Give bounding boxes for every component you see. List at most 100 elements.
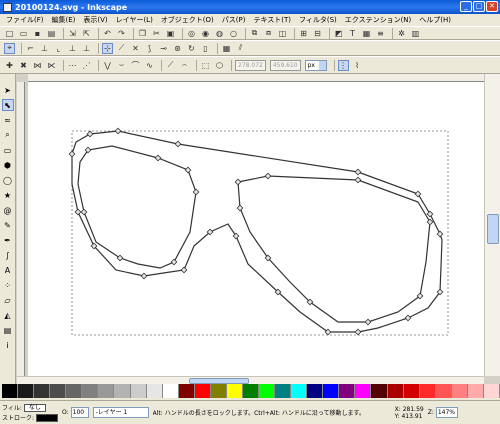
w-coordinate-field[interactable]: 459.610 — [269, 59, 301, 71]
preferences-icon[interactable]: ✲ — [396, 28, 407, 39]
snap-bbox-center-icon[interactable]: ⊥ — [81, 43, 92, 54]
node-smooth-icon[interactable]: ⌣ — [116, 60, 127, 71]
palette-swatch[interactable] — [403, 384, 420, 398]
palette-swatch[interactable] — [435, 384, 452, 398]
redo-icon[interactable]: ↷ — [116, 28, 127, 39]
menu-view[interactable]: 表示(V) — [79, 15, 111, 25]
3dbox-icon[interactable]: ⬢ — [2, 159, 14, 171]
zoom-icon[interactable]: ⌕ — [2, 129, 14, 141]
glasses-outer-outline[interactable] — [71, 130, 443, 333]
node-icon[interactable]: ⬉ — [1, 99, 14, 111]
palette-swatch[interactable] — [307, 384, 324, 398]
palette-swatch[interactable] — [50, 384, 67, 398]
calligraphy-icon[interactable]: ∫ — [2, 249, 14, 261]
snap-bbox-corner-icon[interactable]: ⌞ — [53, 43, 64, 54]
pencil-icon[interactable]: ✎ — [2, 219, 14, 231]
ungroup-icon[interactable]: ⊟ — [312, 28, 323, 39]
palette-swatch[interactable] — [18, 384, 35, 398]
menu-edit[interactable]: 編集(E) — [48, 15, 80, 25]
dropper-icon[interactable]: ⅰ — [2, 339, 14, 351]
palette-swatch[interactable] — [339, 384, 356, 398]
show-handles-icon[interactable]: ⋮ — [337, 59, 349, 71]
group-icon[interactable]: ⊞ — [298, 28, 309, 39]
palette-swatch[interactable] — [483, 384, 500, 398]
vertical-scrollbar[interactable] — [484, 74, 500, 376]
rect-icon[interactable]: ▭ — [2, 144, 14, 156]
selector-icon[interactable]: ➤ — [2, 84, 14, 96]
snap-intersections-icon[interactable]: ✕ — [130, 43, 141, 54]
undo-icon[interactable]: ↶ — [102, 28, 113, 39]
fill-stroke-indicator[interactable]: フィル: なし ストローク: — [0, 402, 58, 424]
insert-node-icon[interactable]: ✚ — [4, 60, 15, 71]
palette-swatch[interactable] — [146, 384, 163, 398]
join-segment-icon[interactable]: ⋯ — [67, 60, 78, 71]
node-handles[interactable] — [68, 127, 444, 336]
segment-curve-icon[interactable]: ⌢ — [179, 60, 190, 71]
layer-select[interactable]: -レイヤー 1 — [92, 407, 149, 418]
duplicate-icon[interactable]: ⧉ — [249, 28, 260, 39]
maximize-button[interactable]: □ — [473, 1, 485, 12]
text-icon[interactable]: A — [2, 264, 14, 276]
snap-midpoints-icon[interactable]: ⊸ — [158, 43, 169, 54]
menu-text[interactable]: テキスト(T) — [249, 15, 295, 25]
zoom-page-icon[interactable]: ◍ — [214, 28, 225, 39]
palette-swatch[interactable] — [419, 384, 436, 398]
palette-swatch[interactable] — [242, 384, 259, 398]
palette-swatch[interactable] — [34, 384, 51, 398]
pen-icon[interactable]: ✒ — [2, 234, 14, 246]
palette-swatch[interactable] — [194, 384, 211, 398]
object-to-path-icon[interactable]: ⬚ — [200, 60, 211, 71]
palette-swatch[interactable] — [387, 384, 404, 398]
clone-icon[interactable]: ⧈ — [263, 28, 274, 39]
export-icon[interactable]: ⇱ — [81, 28, 92, 39]
node-symmetric-icon[interactable]: ⌒ — [130, 60, 141, 71]
new-document-icon[interactable]: □ — [4, 28, 15, 39]
minimize-button[interactable]: _ — [460, 1, 472, 12]
palette-swatch[interactable] — [467, 384, 484, 398]
menu-help[interactable]: ヘルプ(H) — [415, 15, 455, 25]
snap-centers-icon[interactable]: ⊛ — [172, 43, 183, 54]
snap-grid-icon[interactable]: ▦ — [221, 43, 232, 54]
menu-object[interactable]: オブジェクト(O) — [157, 15, 218, 25]
snap-nodes-icon[interactable]: ⊹ — [102, 42, 113, 54]
snap-rotation-icon[interactable]: ↻ — [186, 43, 197, 54]
snap-bbox-midpoint-icon[interactable]: ⊥ — [67, 43, 78, 54]
delete-node-icon[interactable]: ✖ — [18, 60, 29, 71]
import-icon[interactable]: ⇲ — [67, 28, 78, 39]
align-icon[interactable]: ≡ — [375, 28, 386, 39]
drawing-canvas[interactable] — [28, 82, 484, 376]
glasses-left-lens[interactable] — [77, 145, 197, 269]
palette-swatch[interactable] — [98, 384, 115, 398]
cut-icon[interactable]: ✂ — [151, 28, 162, 39]
palette-swatch[interactable] — [291, 384, 308, 398]
zoom-width-icon[interactable]: ○ — [228, 28, 239, 39]
palette-swatch[interactable] — [451, 384, 468, 398]
glasses-right-lens[interactable] — [237, 175, 431, 323]
palette-swatch[interactable] — [66, 384, 83, 398]
palette-swatch[interactable] — [2, 384, 19, 398]
snap-guide-icon[interactable]: ⫽ — [235, 43, 246, 54]
bucket-icon[interactable]: ◭ — [2, 309, 14, 321]
palette-swatch[interactable] — [210, 384, 227, 398]
vertical-ruler[interactable] — [17, 82, 25, 376]
ellipse-icon[interactable]: ◯ — [2, 174, 14, 186]
snap-bbox-edge-icon[interactable]: ⊥ — [39, 43, 50, 54]
palette-swatch[interactable] — [371, 384, 388, 398]
join-nodes-icon[interactable]: ⋈ — [32, 60, 43, 71]
zoom-drawing-icon[interactable]: ◉ — [200, 28, 211, 39]
menu-file[interactable]: ファイル(F) — [2, 15, 48, 25]
snap-bbox-icon[interactable]: ⌐ — [25, 43, 36, 54]
xml-editor-icon[interactable]: ▦ — [361, 28, 372, 39]
snap-paths-icon[interactable]: ⟋ — [116, 43, 127, 54]
gradient-icon[interactable]: ▤ — [2, 324, 14, 336]
palette-swatch[interactable] — [226, 384, 243, 398]
snap-enable-icon[interactable]: ⌖ — [4, 42, 15, 54]
eraser-icon[interactable]: ▱ — [2, 294, 14, 306]
spiral-icon[interactable]: @ — [2, 204, 14, 216]
x-coordinate-field[interactable]: 278.072 — [235, 59, 266, 71]
node-cusp-icon[interactable]: ⋁ — [102, 60, 113, 71]
palette-swatch[interactable] — [114, 384, 131, 398]
snap-smooth-icon[interactable]: ⟆ — [144, 43, 155, 54]
star-icon[interactable]: ★ — [2, 189, 14, 201]
fill-stroke-icon[interactable]: ◩ — [333, 28, 344, 39]
